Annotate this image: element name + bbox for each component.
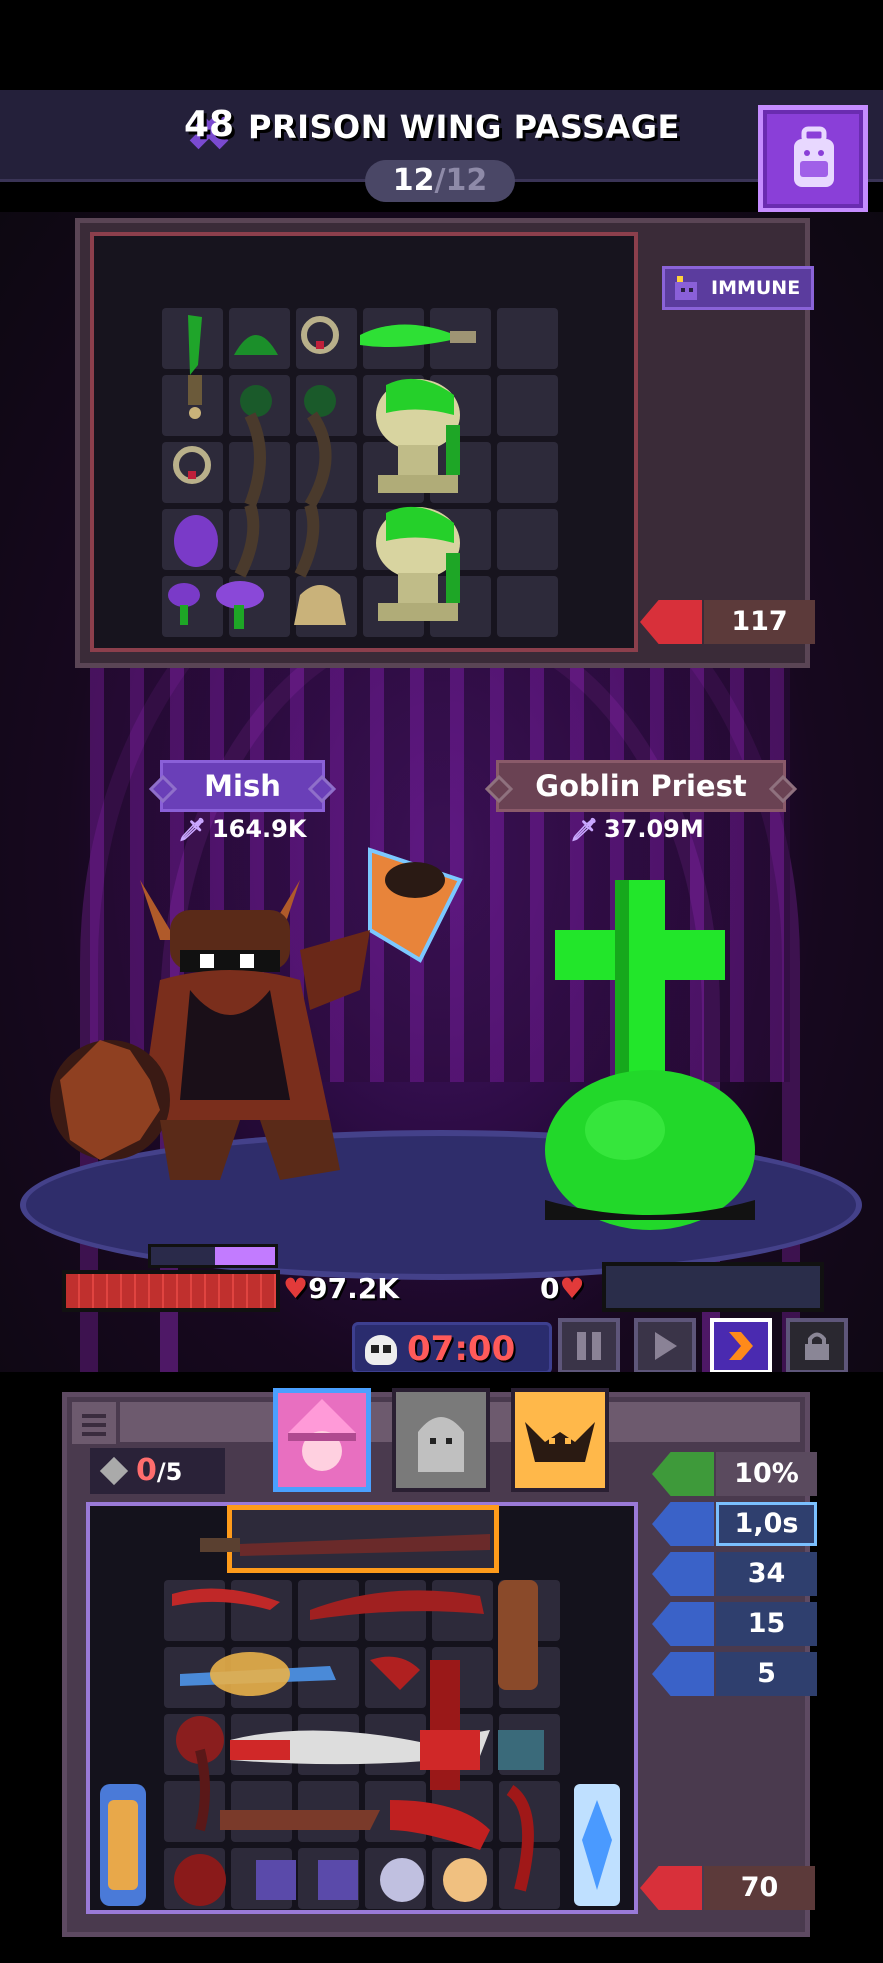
coin-bag-icon — [640, 600, 702, 644]
enemy-hp-value: 0 — [540, 1272, 560, 1305]
level-number: 48 — [183, 104, 235, 145]
enemy-character-gravestone — [545, 880, 755, 1230]
enemy-gold-value: 117 — [704, 600, 815, 644]
heal-plus-icon — [652, 1452, 714, 1496]
enemy-gold-stat: 117 — [640, 600, 815, 644]
skull-red-icon — [652, 1552, 714, 1596]
regen-stat: 5 — [652, 1652, 817, 1696]
player-shield-fill — [215, 1247, 275, 1265]
wave-separator: / — [434, 163, 446, 198]
player-character — [50, 847, 463, 1180]
hero-tab-witch[interactable] — [273, 1388, 371, 1492]
player-power: 🗡 164.9K — [178, 815, 306, 843]
immune-label: IMMUNE — [711, 277, 801, 299]
damage-stat: 34 — [652, 1552, 817, 1596]
crystal-shield-icon — [574, 1784, 620, 1906]
crystal-card-right[interactable] — [570, 1780, 624, 1910]
player-hp-bar — [62, 1270, 280, 1312]
regen-stat-value: 5 — [716, 1652, 817, 1696]
level-badge: ✖ 48 — [178, 100, 240, 162]
backpack-icon — [794, 126, 834, 187]
sword-icon: 🗡 — [570, 818, 598, 843]
menu-button[interactable] — [68, 1398, 120, 1448]
player-hp-fill — [66, 1274, 276, 1308]
player-name-tag: Mish — [160, 760, 325, 812]
hero-tab-bat[interactable] — [511, 1388, 609, 1492]
immune-badge: IMMUNE — [662, 266, 814, 310]
fast-forward-button[interactable] — [710, 1318, 772, 1374]
play-button[interactable] — [634, 1318, 696, 1374]
damage-stat-value: 34 — [716, 1552, 817, 1596]
hero-slots-max: /5 — [156, 1458, 183, 1486]
enemy-items-art — [168, 315, 476, 629]
heal-stat: 10% — [652, 1452, 817, 1496]
hero-tab-ghost[interactable] — [392, 1388, 490, 1492]
heart-icon: ♥ — [283, 1272, 309, 1305]
skull-icon — [365, 1335, 397, 1365]
enemy-hp-bar — [602, 1262, 824, 1312]
coin-bag-icon — [640, 1866, 702, 1910]
crit-stat: 15 — [652, 1602, 817, 1646]
status-bar-area — [0, 0, 883, 90]
bat-portrait-icon — [515, 1392, 605, 1488]
crossed-swords-icon — [652, 1602, 714, 1646]
enemy-hp-text: 0♥ — [540, 1272, 585, 1305]
enemy-power-value: 37.09M — [603, 815, 704, 843]
heart-shield-icon — [652, 1652, 714, 1696]
play-icon — [655, 1332, 677, 1360]
fast-forward-icon — [729, 1332, 753, 1360]
zone-title: PRISON WING PASSAGE — [248, 108, 680, 146]
shield-card-left[interactable] — [96, 1780, 150, 1910]
witch-portrait-icon — [278, 1393, 366, 1487]
player-power-value: 164.9K — [211, 815, 307, 843]
backpack-button[interactable] — [758, 105, 868, 213]
hero-slots-counter: 0/5 — [90, 1448, 225, 1494]
player-shield-bar — [148, 1244, 278, 1268]
enemy-power: 🗡 37.09M — [570, 815, 704, 843]
player-gold-stat: 70 — [640, 1866, 815, 1910]
wave-counter: 12/12 — [365, 160, 515, 202]
helmet-icon — [652, 1502, 714, 1546]
enemy-name-tag: Goblin Priest — [496, 760, 786, 812]
battle-timer: 07:00 — [352, 1322, 552, 1374]
diamond-icon — [99, 1456, 129, 1486]
timer-value: 07:00 — [407, 1329, 516, 1369]
lock-button[interactable] — [786, 1318, 848, 1374]
ghost-portrait-icon — [396, 1392, 486, 1488]
player-hp-value: 97.2K — [308, 1272, 399, 1305]
heart-icon: ♥ — [559, 1272, 585, 1305]
pause-button[interactable] — [558, 1318, 620, 1374]
player-gold-value: 70 — [704, 1866, 815, 1910]
shield-icon — [100, 1784, 146, 1906]
hero-slots-current: 0 — [136, 1453, 157, 1488]
wave-total: 12 — [445, 163, 488, 198]
immune-icon — [675, 276, 697, 300]
cooldown-stat: 1,0s — [652, 1502, 817, 1546]
player-hp-text: ♥97.2K — [283, 1272, 399, 1305]
pause-icon — [577, 1332, 601, 1360]
crit-stat-value: 15 — [716, 1602, 817, 1646]
player-items-art — [172, 1534, 544, 1906]
heal-stat-value: 10% — [716, 1452, 817, 1496]
wave-current: 12 — [392, 163, 435, 198]
lock-icon — [805, 1332, 829, 1360]
cooldown-stat-value: 1,0s — [716, 1502, 817, 1546]
